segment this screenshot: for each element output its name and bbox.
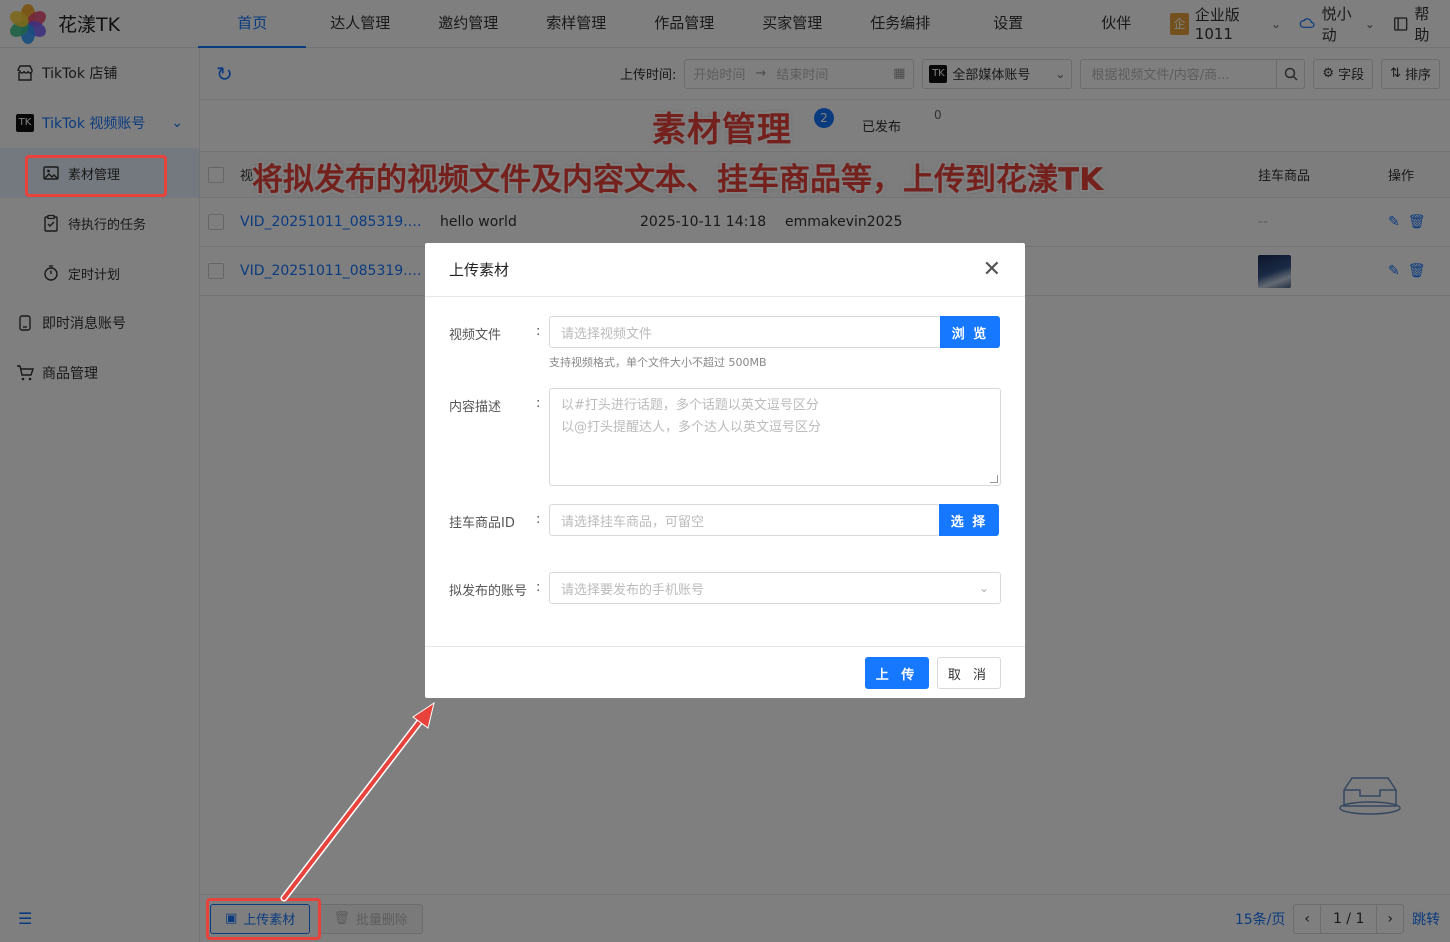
content-desc-textarea[interactable]: 以#打头进行话题，多个话题以英文逗号区分 以@打头提醒达人，多个达人以英文逗号区… bbox=[549, 388, 1001, 486]
content-desc-label: 内容描述 bbox=[449, 400, 502, 415]
resize-handle-icon[interactable] bbox=[990, 475, 998, 483]
video-file-input[interactable]: 请选择视频文件 bbox=[549, 316, 941, 348]
upload-material-dialog: 上传素材 ✕ 视频文件 : 请选择视频文件 浏 览 支持视频格式，单个文件大小不… bbox=[425, 243, 1025, 698]
publish-account-placeholder: 请选择要发布的手机账号 bbox=[561, 582, 705, 598]
goods-id-placeholder: 请选择挂车商品，可留空 bbox=[561, 514, 705, 530]
select-goods-button[interactable]: 选 择 bbox=[939, 504, 999, 536]
colon: : bbox=[536, 396, 541, 411]
colon: : bbox=[536, 580, 541, 595]
colon: : bbox=[536, 324, 541, 339]
colon: : bbox=[536, 512, 541, 527]
video-file-label: 视频文件 bbox=[449, 328, 502, 343]
upload-button[interactable]: 上 传 bbox=[865, 657, 929, 689]
publish-account-select[interactable]: 请选择要发布的手机账号 ⌄ bbox=[549, 572, 1001, 604]
video-file-placeholder: 请选择视频文件 bbox=[561, 326, 653, 342]
publish-account-label: 拟发布的账号 bbox=[449, 584, 528, 599]
goods-id-input[interactable]: 请选择挂车商品，可留空 bbox=[549, 504, 940, 536]
dialog-header: 上传素材 ✕ bbox=[425, 243, 1025, 297]
dialog-footer: 上 传 取 消 bbox=[425, 646, 1025, 698]
desc-placeholder-line1: 以#打头进行话题，多个话题以英文逗号区分 bbox=[561, 398, 819, 413]
chevron-down-icon: ⌄ bbox=[978, 581, 989, 595]
video-file-hint: 支持视频格式，单个文件大小不超过 500MB bbox=[549, 356, 767, 369]
close-icon[interactable]: ✕ bbox=[983, 257, 1001, 282]
cancel-button[interactable]: 取 消 bbox=[937, 657, 1001, 689]
desc-placeholder-line2: 以@打头提醒达人，多个达人以英文逗号区分 bbox=[561, 420, 822, 435]
dialog-title: 上传素材 bbox=[449, 261, 510, 279]
browse-button[interactable]: 浏 览 bbox=[940, 316, 1000, 348]
goods-id-label: 挂车商品ID bbox=[449, 516, 515, 531]
